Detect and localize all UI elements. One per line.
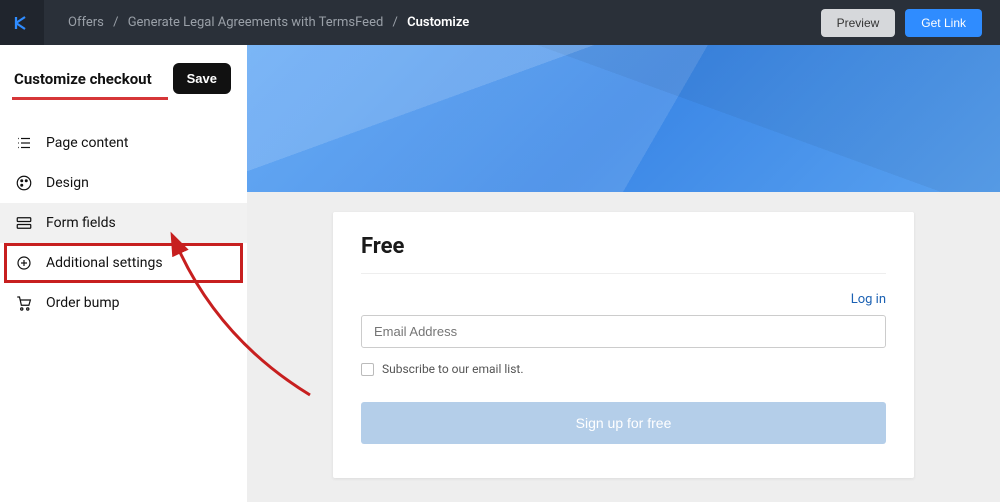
subscribe-label: Subscribe to our email list. <box>382 362 524 376</box>
sidebar-list: Page content Design Form fields Addition… <box>0 123 247 323</box>
sidebar-item-label: Design <box>46 175 89 191</box>
signup-button[interactable]: Sign up for free <box>361 402 886 444</box>
plus-circle-icon <box>14 254 34 272</box>
sidebar-item-label: Order bump <box>46 295 120 311</box>
subscribe-checkbox[interactable] <box>361 363 374 376</box>
breadcrumb: Offers / Generate Legal Agreements with … <box>44 15 821 30</box>
sidebar-header: Customize checkout Save <box>0 45 247 105</box>
breadcrumb-current: Customize <box>407 15 469 30</box>
main-preview: Free Log in Subscribe to our email list.… <box>247 45 1000 502</box>
login-link[interactable]: Log in <box>851 292 886 307</box>
sidebar-item-form-fields[interactable]: Form fields <box>0 203 247 243</box>
sidebar-title: Customize checkout <box>14 70 152 88</box>
sidebar-item-page-content[interactable]: Page content <box>0 123 247 163</box>
login-row: Log in <box>361 292 886 307</box>
card-title: Free <box>361 234 886 274</box>
form-icon <box>14 214 34 232</box>
list-icon <box>14 134 34 152</box>
sidebar-item-additional-settings[interactable]: Additional settings <box>4 243 243 283</box>
breadcrumb-offers[interactable]: Offers <box>68 15 104 30</box>
email-field[interactable] <box>361 315 886 348</box>
breadcrumb-offer-name[interactable]: Generate Legal Agreements with TermsFeed <box>128 15 384 30</box>
sidebar: Customize checkout Save Page content Des… <box>0 45 247 502</box>
sidebar-item-design[interactable]: Design <box>0 163 247 203</box>
breadcrumb-sep: / <box>393 15 398 30</box>
checkout-card: Free Log in Subscribe to our email list.… <box>333 212 914 478</box>
palette-icon <box>14 174 34 192</box>
breadcrumb-sep: / <box>113 15 118 30</box>
top-actions: Preview Get Link <box>821 9 1000 37</box>
sidebar-item-order-bump[interactable]: Order bump <box>0 283 247 323</box>
sidebar-item-label: Additional settings <box>46 255 163 271</box>
get-link-button[interactable]: Get Link <box>905 9 982 37</box>
hero-banner <box>247 45 1000 192</box>
subscribe-row[interactable]: Subscribe to our email list. <box>361 362 886 376</box>
cart-icon <box>14 294 34 312</box>
app-logo[interactable] <box>0 0 44 45</box>
top-bar: Offers / Generate Legal Agreements with … <box>0 0 1000 45</box>
preview-button[interactable]: Preview <box>821 9 896 37</box>
save-button[interactable]: Save <box>173 63 231 94</box>
card-wrap: Free Log in Subscribe to our email list.… <box>247 192 1000 498</box>
sidebar-item-label: Form fields <box>46 215 116 231</box>
sidebar-item-label: Page content <box>46 135 129 151</box>
